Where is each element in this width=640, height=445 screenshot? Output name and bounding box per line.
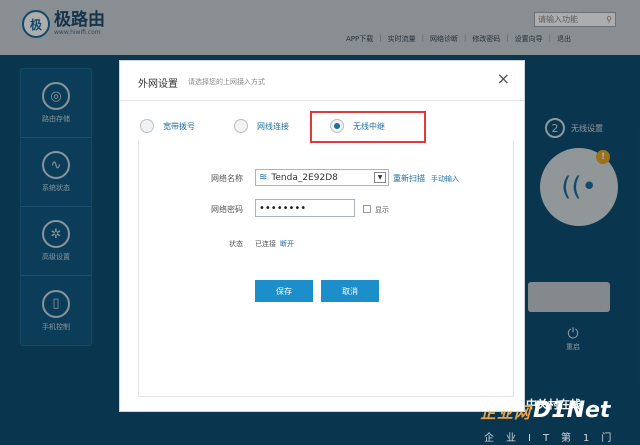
show-password-label: 显示 — [375, 206, 389, 214]
wan-settings-dialog: 外网设置 请选择您的上网接入方式 × 宽带拨号 网线连接 无线中继 网络名称 ≋… — [119, 60, 525, 412]
watermark-en: D1Net — [533, 398, 611, 423]
cancel-button[interactable]: 取消 — [321, 280, 379, 302]
tab-label: 网线连接 — [257, 121, 289, 131]
tab-ethernet[interactable]: 网线连接 — [234, 119, 289, 133]
disconnect-link[interactable]: 断开 — [280, 239, 294, 249]
rescan-link[interactable]: 重新扫描 — [393, 173, 425, 184]
watermark-sub: 企业IT第1门户 — [484, 433, 624, 444]
tab-label: 宽带拨号 — [163, 121, 195, 131]
dialog-subtitle: 请选择您的上网接入方式 — [188, 78, 265, 86]
ssid-value: Tenda_2E92D8 — [271, 172, 338, 183]
radio-wireless-repeater[interactable] — [330, 119, 344, 133]
save-button[interactable]: 保存 — [255, 280, 313, 302]
radio-pppoe[interactable] — [140, 119, 154, 133]
status-label: 状态 — [229, 240, 243, 248]
close-icon[interactable]: × — [497, 71, 510, 87]
chevron-down-icon[interactable]: ▼ — [374, 172, 386, 183]
ssid-select[interactable]: ≋ Tenda_2E92D8 ▼ — [255, 169, 389, 186]
dialog-title: 外网设置 — [138, 79, 178, 90]
radio-ethernet[interactable] — [234, 119, 248, 133]
dialog-header: 外网设置 请选择您的上网接入方式 × — [120, 61, 524, 101]
password-field[interactable] — [255, 199, 355, 217]
tab-pppoe[interactable]: 宽带拨号 — [140, 119, 195, 133]
wifi-signal-icon: ≋ — [259, 172, 268, 183]
status-value: 已连接 — [255, 240, 276, 248]
show-password-checkbox[interactable] — [363, 205, 371, 213]
tab-wireless-repeater[interactable]: 无线中继 — [330, 119, 385, 133]
tab-label: 无线中继 — [353, 121, 385, 131]
ssid-label: 网络名称 — [211, 174, 243, 183]
repeater-form: 网络名称 ≋ Tenda_2E92D8 ▼ 重新扫描 手动输入 网络密码 显示 … — [138, 141, 514, 397]
password-label: 网络密码 — [211, 205, 243, 214]
manual-input-link[interactable]: 手动输入 — [431, 174, 459, 184]
